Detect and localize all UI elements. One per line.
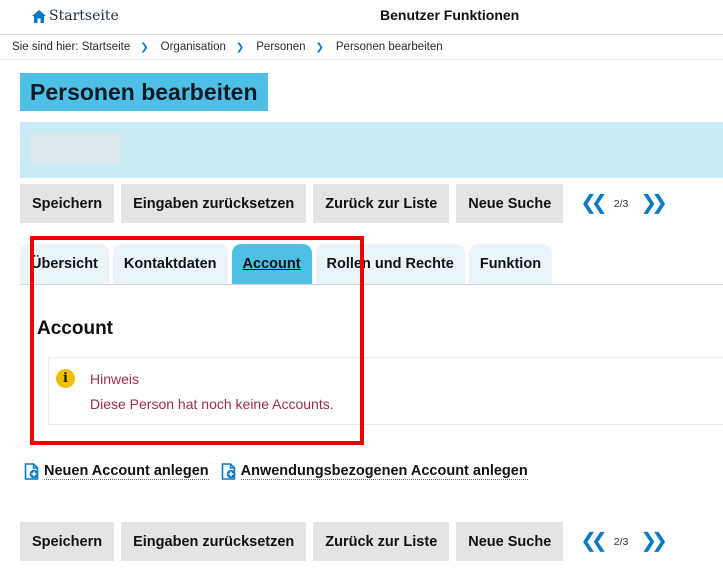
- person-info-band: [20, 122, 723, 178]
- add-document-icon: [221, 463, 235, 480]
- home-label: Startseite: [49, 8, 119, 24]
- person-name-placeholder: [30, 134, 120, 164]
- pager-position: 2/3: [613, 197, 629, 210]
- save-button[interactable]: Speichern: [20, 184, 115, 223]
- user-functions-menu[interactable]: Benutzer Funktionen: [380, 7, 519, 23]
- breadcrumb-item-startseite[interactable]: Startseite: [82, 41, 131, 53]
- breadcrumb-prefix: Sie sind hier:: [12, 41, 79, 53]
- chevron-right-icon: ❯: [140, 41, 149, 53]
- breadcrumb-item-organisation[interactable]: Organisation: [161, 41, 226, 53]
- breadcrumb-item-personen[interactable]: Personen: [256, 41, 305, 53]
- home-icon: [32, 9, 46, 23]
- home-link[interactable]: Startseite: [32, 8, 119, 24]
- chevron-right-icon: ❯: [235, 41, 245, 53]
- app-account-label: Anwendungsbezogenen Account anlegen: [240, 463, 528, 480]
- pager: ❮❮ 2/3 ❯❯: [576, 190, 668, 217]
- toolbar-bottom: Speichern Eingaben zurücksetzen Zurück z…: [20, 520, 723, 563]
- save-button[interactable]: Speichern: [20, 522, 115, 561]
- page-title: Personen bearbeiten: [20, 73, 268, 111]
- previous-icon[interactable]: ❮❮: [580, 528, 607, 553]
- reset-button[interactable]: Eingaben zurücksetzen: [121, 522, 307, 561]
- new-search-button[interactable]: Neue Suche: [456, 522, 564, 561]
- toolbar-top: Speichern Eingaben zurücksetzen Zurück z…: [20, 182, 723, 225]
- pager: ❮❮ 2/3 ❯❯: [576, 528, 668, 555]
- new-search-button[interactable]: Neue Suche: [456, 184, 564, 223]
- previous-icon[interactable]: ❮❮: [580, 190, 607, 215]
- top-bar: Startseite Benutzer Funktionen: [0, 0, 723, 34]
- add-document-icon: [24, 463, 39, 480]
- new-account-label: Neuen Account anlegen: [44, 463, 209, 480]
- next-icon[interactable]: ❯❯: [640, 528, 667, 553]
- highlight-frame: [30, 236, 364, 445]
- next-icon[interactable]: ❯❯: [640, 190, 667, 215]
- account-actions: Neuen Account anlegen Anwendungsbezogene…: [24, 463, 540, 480]
- new-account-link[interactable]: Neuen Account anlegen: [24, 463, 209, 480]
- tab-funktion[interactable]: Funktion: [468, 244, 553, 284]
- breadcrumb-item-current: Personen bearbeiten: [335, 41, 443, 53]
- pager-position: 2/3: [613, 535, 629, 548]
- chevron-right-icon: ❯: [315, 41, 324, 53]
- app-account-link[interactable]: Anwendungsbezogenen Account anlegen: [221, 463, 528, 480]
- breadcrumb: Sie sind hier: Startseite ❯ Organisation…: [0, 34, 723, 60]
- reset-button[interactable]: Eingaben zurücksetzen: [121, 184, 307, 223]
- back-to-list-button[interactable]: Zurück zur Liste: [313, 522, 450, 561]
- back-to-list-button[interactable]: Zurück zur Liste: [313, 184, 450, 223]
